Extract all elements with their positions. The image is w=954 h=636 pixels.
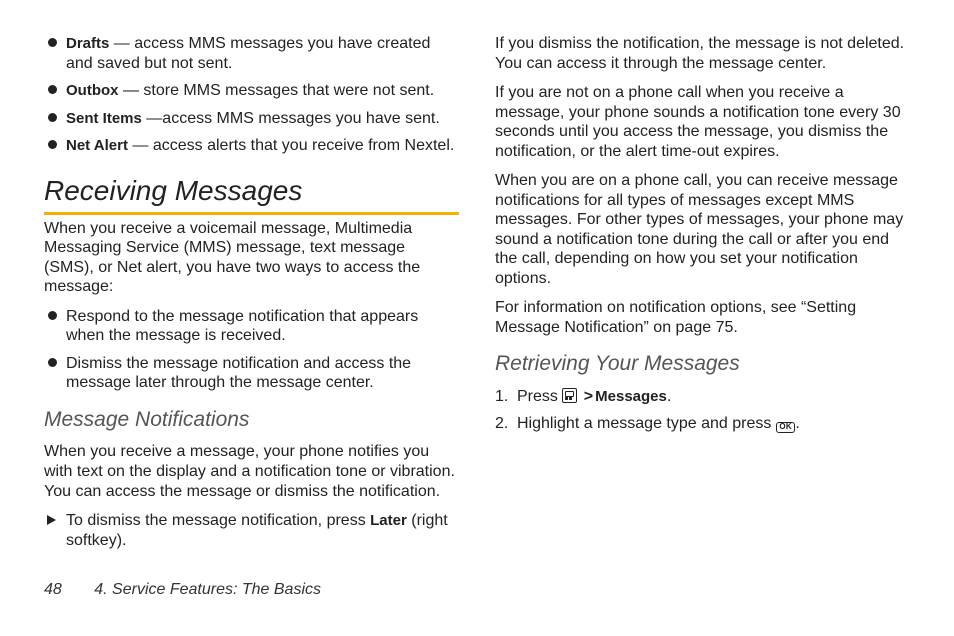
breadcrumb-separator: > xyxy=(582,388,595,405)
folder-desc: — store MMS messages that were not sent. xyxy=(119,82,435,99)
softkey-later: Later xyxy=(370,512,407,529)
menu-key-icon xyxy=(562,388,577,403)
list-item: Respond to the message notification that… xyxy=(44,307,459,346)
folder-label: Drafts xyxy=(66,35,109,52)
section-heading-receiving: Receiving Messages xyxy=(44,174,459,215)
folder-desc: —access MMS messages you have sent. xyxy=(142,110,440,127)
text-run: . xyxy=(667,388,671,405)
ok-key-icon: OK xyxy=(776,422,796,433)
menu-item-messages: Messages xyxy=(595,388,667,405)
folder-label: Sent Items xyxy=(66,110,142,127)
folder-label: Outbox xyxy=(66,82,119,99)
body-text: When you receive a message, your phone n… xyxy=(44,442,459,501)
list-item: Net Alert — access alerts that you recei… xyxy=(44,136,459,156)
page-number: 48 xyxy=(44,581,62,598)
list-item: Dismiss the message notification and acc… xyxy=(44,354,459,393)
text-run: To dismiss the message notification, pre… xyxy=(66,512,370,529)
folder-label: Net Alert xyxy=(66,137,128,154)
subheading-notifications: Message Notifications xyxy=(44,407,459,433)
list-item: Outbox — store MMS messages that were no… xyxy=(44,81,459,101)
body-text: If you dismiss the notification, the mes… xyxy=(495,34,910,73)
body-text: When you are on a phone call, you can re… xyxy=(495,171,910,288)
list-item: Drafts — access MMS messages you have cr… xyxy=(44,34,459,73)
body-text: For information on notification options,… xyxy=(495,298,910,337)
folder-desc: — access MMS messages you have created a… xyxy=(66,35,430,72)
folder-desc: — access alerts that you receive from Ne… xyxy=(128,137,454,154)
body-text: When you receive a voicemail message, Mu… xyxy=(44,219,459,297)
list-item: Press >Messages. xyxy=(495,387,910,407)
footer-title: 4. Service Features: The Basics xyxy=(94,581,321,598)
page-footer: 48 4. Service Features: The Basics xyxy=(44,580,321,600)
dismiss-instruction: To dismiss the message notification, pre… xyxy=(44,511,459,550)
folder-list: Drafts — access MMS messages you have cr… xyxy=(44,34,459,156)
receiving-options-list: Respond to the message notification that… xyxy=(44,307,459,393)
content-columns: Drafts — access MMS messages you have cr… xyxy=(44,34,910,564)
list-item: Highlight a message type and press OK. xyxy=(495,414,910,434)
retrieve-steps: Press >Messages. Highlight a message typ… xyxy=(495,387,910,434)
manual-page: Drafts — access MMS messages you have cr… xyxy=(0,0,954,636)
list-item: Sent Items —access MMS messages you have… xyxy=(44,109,459,129)
text-run: Highlight a message type and press xyxy=(517,415,776,432)
list-item: To dismiss the message notification, pre… xyxy=(44,511,459,550)
text-run: . xyxy=(795,415,799,432)
subheading-retrieving: Retrieving Your Messages xyxy=(495,351,910,377)
body-text: If you are not on a phone call when you … xyxy=(495,83,910,161)
text-run: Press xyxy=(517,388,562,405)
